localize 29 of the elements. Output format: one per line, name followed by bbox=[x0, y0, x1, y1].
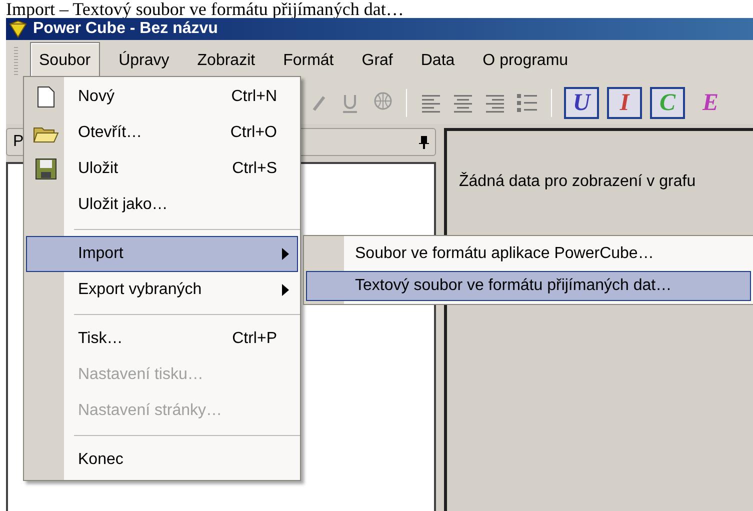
menu-option[interactable]: Otevřít… Ctrl+O bbox=[26, 115, 298, 151]
menu-item[interactable]: O programu bbox=[474, 42, 578, 80]
cube-logo-icon bbox=[8, 20, 28, 38]
grip-handle[interactable] bbox=[14, 47, 18, 75]
menu-option[interactable]: Nový Ctrl+N bbox=[26, 79, 298, 115]
window-title: Power Cube - Bez názvu bbox=[33, 20, 218, 38]
menu-item[interactable]: Zobrazit bbox=[188, 42, 264, 80]
menu-option[interactable]: Import bbox=[26, 236, 298, 272]
menu-item[interactable]: Data bbox=[412, 42, 464, 80]
submenu-arrow-icon bbox=[282, 248, 289, 260]
menu-option[interactable]: Uložit jako… bbox=[26, 187, 298, 223]
menu-option[interactable]: Export vybraných bbox=[26, 272, 298, 308]
pin-icon[interactable] bbox=[419, 135, 429, 149]
menu-option[interactable]: Uložit Ctrl+S bbox=[26, 151, 298, 187]
menu-item[interactable]: Formát bbox=[274, 42, 343, 80]
letter-button[interactable]: I bbox=[607, 87, 642, 119]
submenu-option[interactable]: Soubor ve formátu aplikace PowerCube… bbox=[306, 239, 751, 269]
panel-title: P bbox=[13, 133, 24, 151]
menu-item[interactable]: Úpravy bbox=[110, 42, 178, 80]
blank-page-icon bbox=[37, 86, 55, 108]
letter-button[interactable]: U bbox=[564, 87, 599, 119]
empty-chart-message: Žádná data pro zobrazení v grafu bbox=[459, 173, 696, 190]
bullet-list-icon[interactable] bbox=[515, 91, 539, 115]
submenu-option[interactable]: Textový soubor ve formátu přijímaných dat… bbox=[306, 271, 751, 301]
menu-option[interactable]: Tisk… Ctrl+P bbox=[26, 321, 298, 357]
caption-text: Import – Textový soubor ve formátu přijímaných dat… bbox=[6, 0, 404, 18]
menu-option[interactable]: Konec bbox=[26, 442, 298, 478]
menu-item[interactable]: Graf bbox=[352, 42, 402, 80]
submenu-arrow-icon bbox=[282, 284, 289, 296]
